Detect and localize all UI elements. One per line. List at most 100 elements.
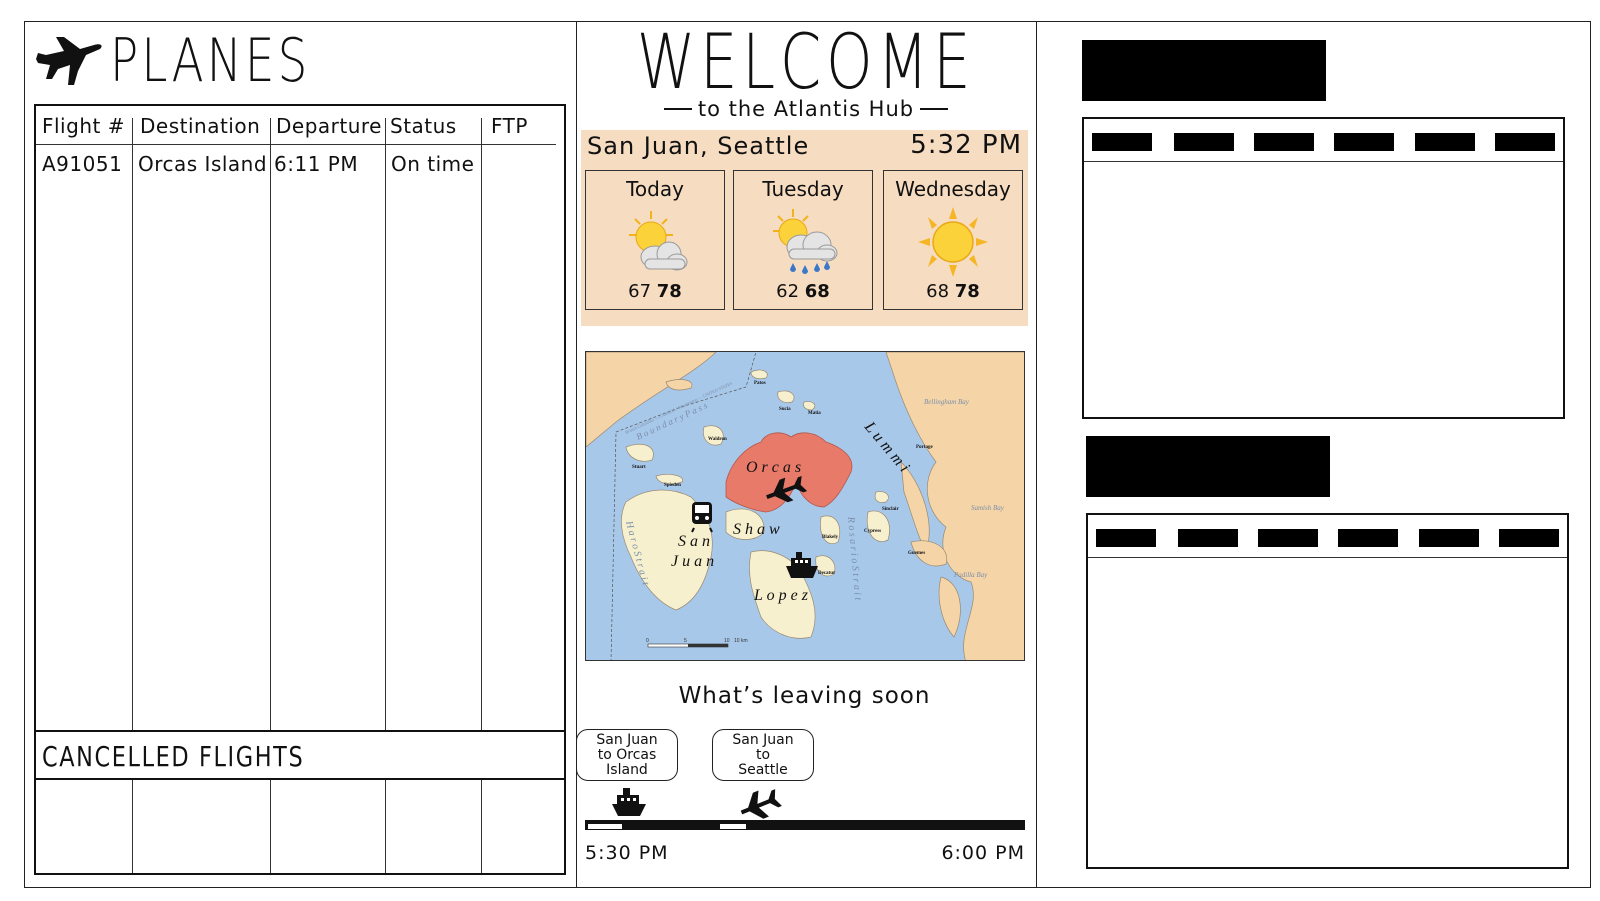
planes-header: PLANES bbox=[34, 28, 367, 94]
forecast-day-name: Wednesday bbox=[895, 177, 1011, 201]
dash-right bbox=[920, 108, 949, 110]
timeline-end-time: 6:00 PM bbox=[941, 842, 1025, 864]
map-label-san: S a n bbox=[678, 533, 710, 550]
map-label-portage: Portage bbox=[916, 445, 933, 450]
flights-table: Flight # Destination Departure Status FT… bbox=[34, 104, 566, 875]
cancelled-col-line bbox=[481, 780, 482, 873]
col-line bbox=[270, 144, 271, 730]
tag-line-3: Island bbox=[606, 762, 648, 778]
map-label-shaw: S h a w bbox=[733, 521, 780, 538]
col-header-ftp: FTP bbox=[491, 114, 528, 138]
dash-left bbox=[663, 108, 692, 110]
weather-time: 5:32 PM bbox=[910, 130, 1022, 160]
leaving-soon-title: What’s leaving soon bbox=[678, 683, 931, 709]
forecast-day-tuesday[interactable]: Tuesday 62 68 bbox=[733, 170, 873, 310]
forecast-low: 62 bbox=[776, 281, 800, 302]
redacted-table-1 bbox=[1082, 117, 1565, 419]
forecast-day-wednesday[interactable]: Wednesday 68 78 bbox=[883, 170, 1023, 310]
map-svg: O r c a s S h a w S a n J u a n L o p e … bbox=[586, 352, 1024, 660]
forecast-day-name: Tuesday bbox=[762, 177, 844, 201]
map-label-matia: Matia bbox=[808, 411, 821, 416]
map-label-sucia: Sucia bbox=[779, 407, 791, 412]
map-label-blakely: Blakely bbox=[822, 535, 839, 540]
forecast-day-today[interactable]: Today 67 78 bbox=[585, 170, 725, 310]
map-label-sinclair: Sinclair bbox=[882, 507, 899, 512]
rain-icon bbox=[773, 209, 838, 274]
redacted-header bbox=[1499, 529, 1559, 547]
forecast-low: 68 bbox=[926, 281, 950, 302]
col-header-status: Status bbox=[390, 114, 457, 138]
cancelled-flights-header: CANCELLED FLIGHTS bbox=[36, 730, 564, 780]
forecast-low: 67 bbox=[628, 281, 652, 302]
weather-location: San Juan, Seattle bbox=[587, 132, 810, 160]
timeline-gap bbox=[720, 824, 746, 829]
tag-line-2: to Orcas bbox=[597, 747, 657, 763]
redacted-header-line bbox=[1088, 557, 1567, 558]
san-juan-islands-map[interactable]: O r c a s S h a w S a n J u a n L o p e … bbox=[585, 351, 1025, 661]
redacted-title-2 bbox=[1086, 436, 1330, 497]
map-label-padilla-bay: Padilla Bay bbox=[953, 571, 988, 579]
map-island-sinclair bbox=[874, 491, 889, 503]
cancelled-col-line bbox=[132, 780, 133, 873]
redacted-header bbox=[1419, 529, 1479, 547]
col-line bbox=[385, 144, 386, 730]
redacted-header bbox=[1415, 133, 1475, 151]
right-divider bbox=[1036, 21, 1037, 888]
redacted-header bbox=[1254, 133, 1314, 151]
sunny-icon bbox=[918, 207, 988, 277]
map-label-decatur: Decatur bbox=[818, 571, 836, 576]
redacted-header bbox=[1334, 133, 1394, 151]
timeline-gap bbox=[588, 824, 622, 829]
header-underline bbox=[36, 144, 556, 145]
tag-line-2: to bbox=[755, 747, 771, 763]
forecast-temps: 68 78 bbox=[884, 281, 1022, 302]
col-header-departure: Departure bbox=[276, 114, 382, 138]
forecast-day-name: Today bbox=[626, 177, 684, 201]
col-line bbox=[481, 144, 482, 730]
tag-line-1: San Juan bbox=[732, 732, 794, 748]
redacted-header bbox=[1258, 529, 1318, 547]
partly-cloudy-icon bbox=[629, 211, 688, 271]
ferry-icon[interactable] bbox=[612, 788, 646, 818]
table-row-departure[interactable]: 6:11 PM bbox=[274, 152, 358, 176]
scale-unit: 10 km bbox=[734, 638, 748, 644]
cancelled-col-line bbox=[270, 780, 271, 873]
departure-tag-seattle[interactable]: San Juan to Seattle bbox=[712, 729, 814, 781]
welcome-subtitle-text: to the Atlantis Hub bbox=[697, 97, 915, 121]
map-label-patos: Patos bbox=[754, 381, 766, 386]
map-label-cypress: Cypress bbox=[864, 529, 881, 534]
forecast-high: 78 bbox=[656, 281, 682, 302]
map-label-stuart: Stuart bbox=[632, 465, 646, 470]
table-row-status[interactable]: On time bbox=[391, 152, 474, 176]
col-header-flight: Flight # bbox=[42, 114, 125, 138]
map-label-juan: J u a n bbox=[671, 553, 714, 570]
redacted-title-1 bbox=[1082, 40, 1326, 101]
table-row-flight[interactable]: A91051 bbox=[42, 152, 122, 176]
airplane-icon[interactable] bbox=[738, 788, 782, 822]
cancelled-col-line bbox=[385, 780, 386, 873]
planes-title: PLANES bbox=[110, 26, 311, 96]
departure-tag-orcas[interactable]: San Juan to Orcas Island bbox=[576, 729, 678, 781]
map-label-bellingham-bay: Bellingham Bay bbox=[924, 398, 970, 406]
redacted-header bbox=[1174, 133, 1234, 151]
scale-tick-0: 0 bbox=[646, 638, 649, 644]
scale-tick-5: 5 bbox=[684, 638, 687, 644]
forecast-temps: 67 78 bbox=[586, 281, 724, 302]
redacted-header bbox=[1178, 529, 1238, 547]
header-col-sep bbox=[132, 118, 133, 144]
forecast-high: 68 bbox=[804, 281, 830, 302]
tag-line-1: San Juan bbox=[596, 732, 658, 748]
scale-tick-10: 10 bbox=[724, 638, 730, 644]
redacted-table-2 bbox=[1086, 513, 1569, 869]
weather-widget: San Juan, Seattle 5:32 PM Today 67 78 Tu… bbox=[581, 130, 1028, 326]
redacted-header bbox=[1495, 133, 1555, 151]
header-col-sep bbox=[481, 118, 482, 144]
col-header-destination: Destination bbox=[140, 114, 261, 138]
cancelled-flights-label: CANCELLED FLIGHTS bbox=[42, 740, 305, 773]
table-row-destination[interactable]: Orcas Island bbox=[138, 152, 267, 176]
redacted-header bbox=[1092, 133, 1152, 151]
col-line bbox=[132, 144, 133, 730]
airplane-icon bbox=[36, 37, 102, 85]
welcome-title: WELCOME bbox=[636, 17, 976, 106]
map-label-lopez: L o p e z bbox=[753, 587, 809, 604]
